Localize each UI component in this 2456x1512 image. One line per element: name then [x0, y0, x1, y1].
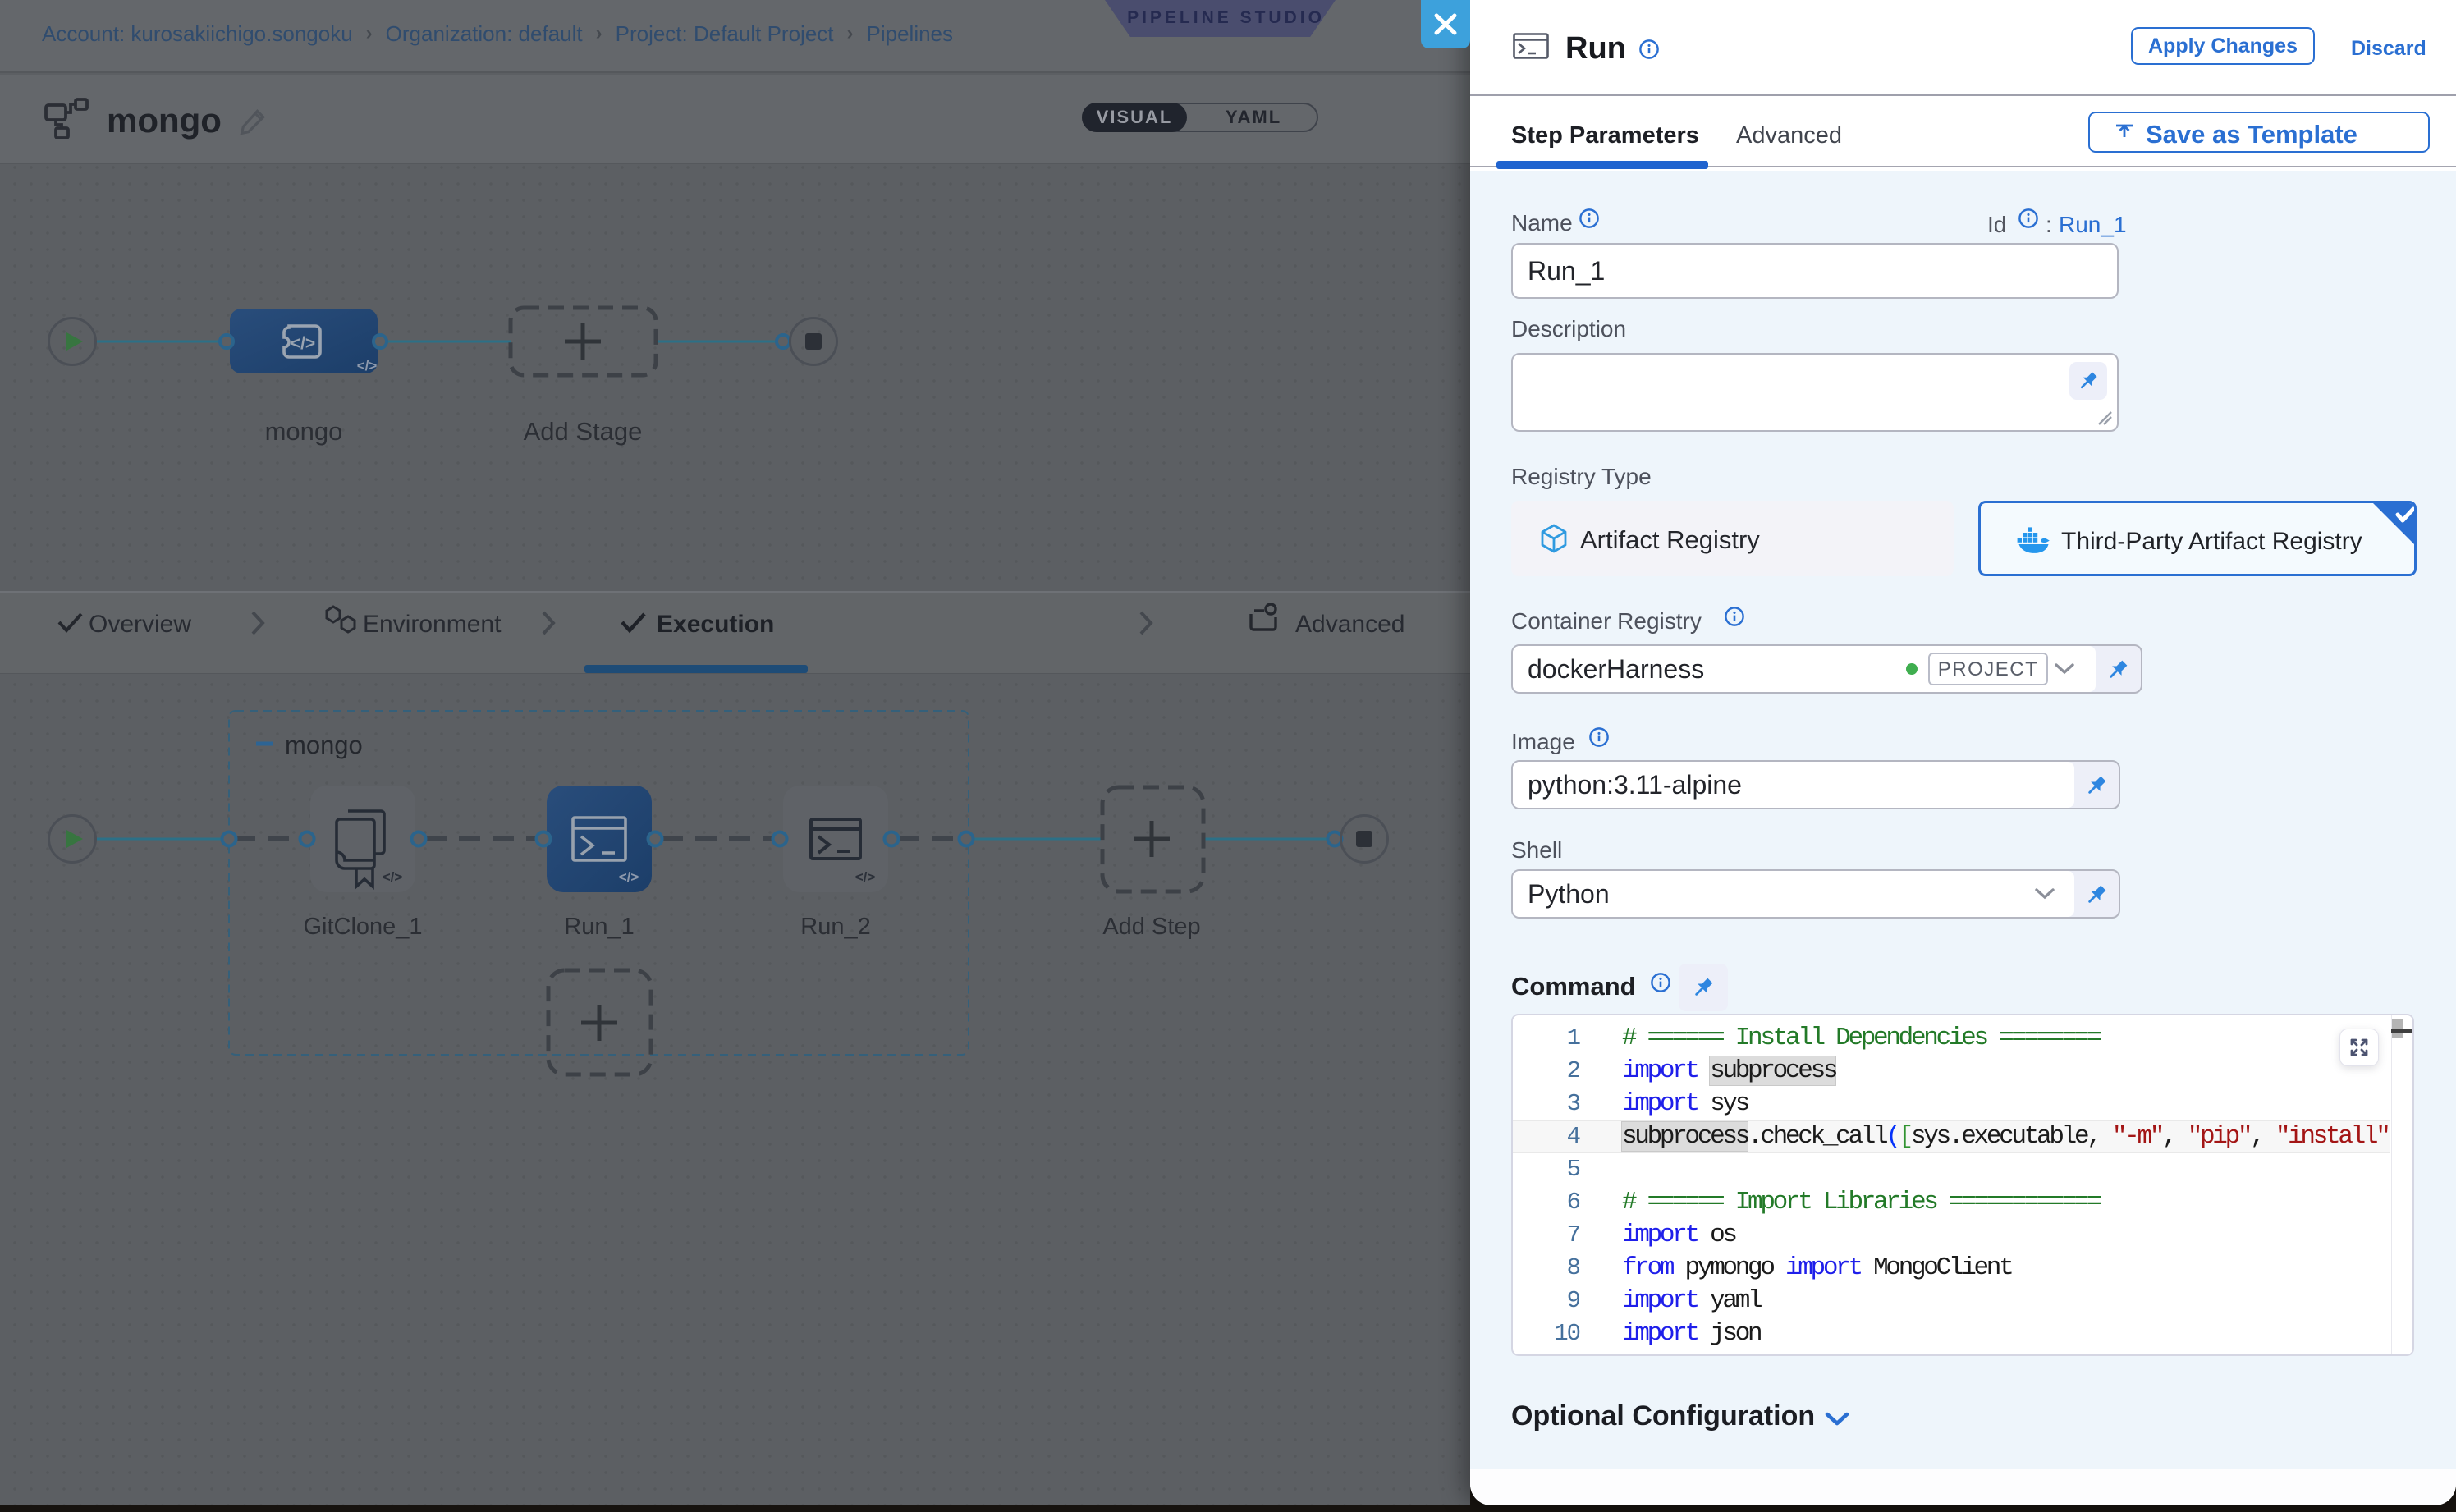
svg-text:</>: </>	[291, 334, 315, 353]
svg-text:Environment: Environment	[363, 611, 502, 638]
svg-text:Execution: Execution	[657, 611, 774, 638]
svg-text:Advanced: Advanced	[1295, 611, 1404, 638]
svg-text:</>: </>	[357, 358, 378, 373]
svg-text:Add Step: Add Step	[1102, 914, 1200, 940]
svg-text:mongo: mongo	[265, 417, 343, 446]
svg-text:GitClone_1: GitClone_1	[303, 914, 422, 940]
svg-text:Overview: Overview	[89, 611, 191, 638]
svg-text:Run_2: Run_2	[800, 914, 870, 940]
svg-text:mongo: mongo	[285, 731, 363, 759]
svg-text:</>: </>	[855, 869, 876, 885]
svg-text:Run_1: Run_1	[564, 914, 634, 940]
svg-text:</>: </>	[383, 869, 403, 885]
svg-text:Add Stage: Add Stage	[524, 417, 643, 446]
svg-text:</>: </>	[619, 869, 639, 885]
